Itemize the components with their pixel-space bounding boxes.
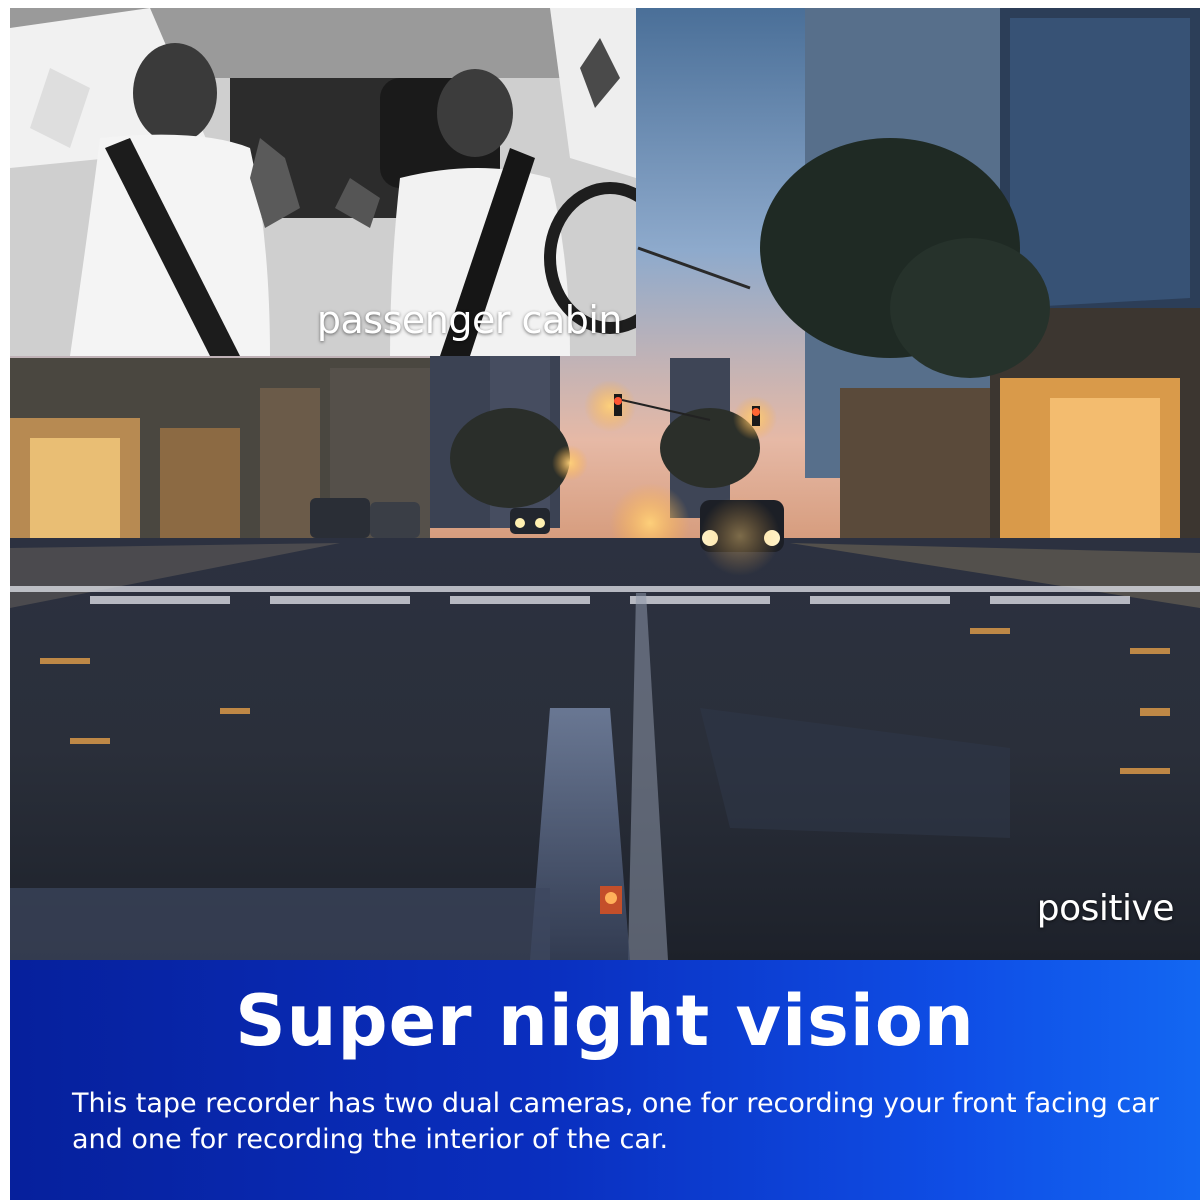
passenger-cabin-label: passenger cabin [316, 298, 623, 342]
headline: Super night vision [235, 980, 975, 1062]
feature-description: This tape recorder has two dual cameras,… [72, 1088, 1159, 1155]
image-mode-label: positive [1036, 888, 1175, 929]
feature-banner: Super night vision This tape recorder ha… [10, 960, 1200, 1200]
passenger-cabin-image: passenger cabin [10, 8, 636, 356]
